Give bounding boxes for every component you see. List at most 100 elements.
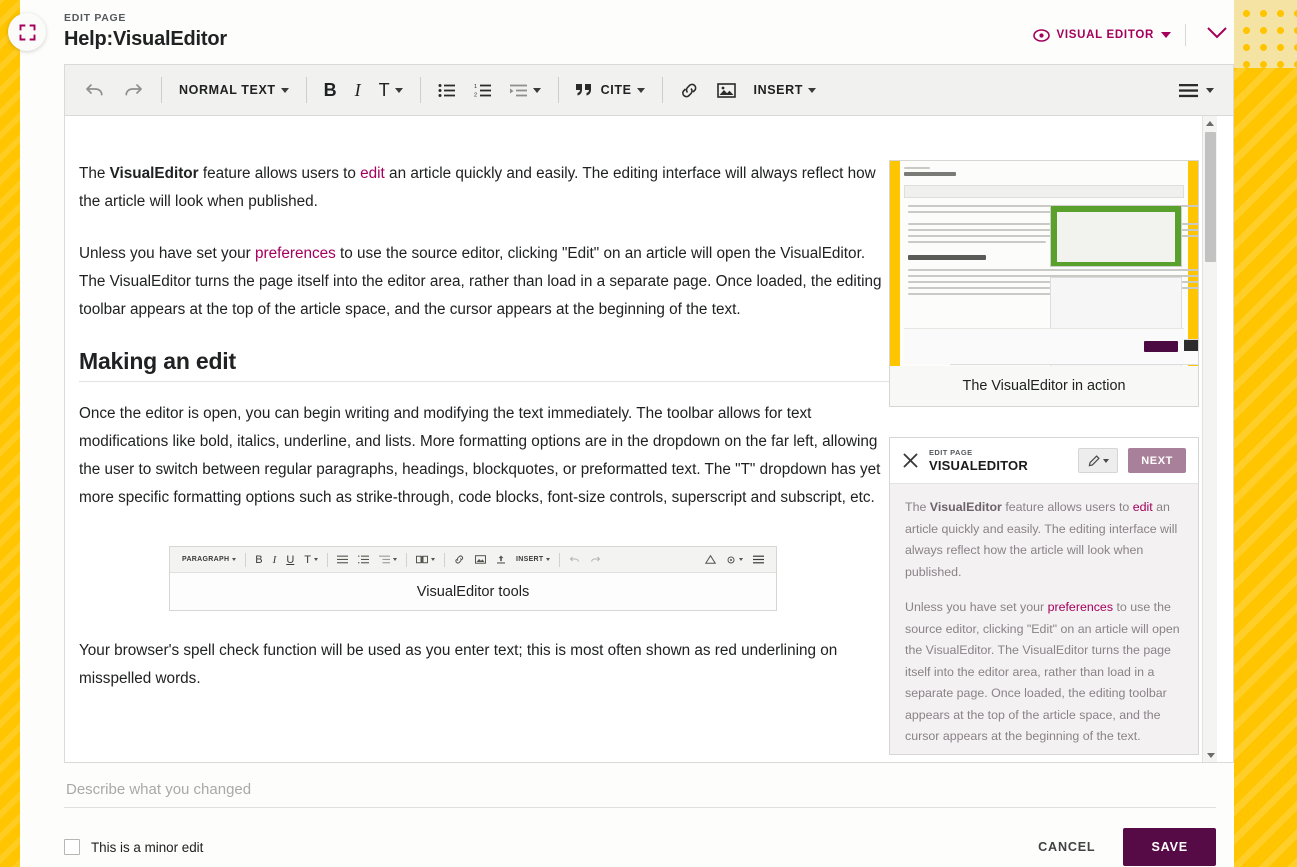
bold-button[interactable]: B: [315, 72, 346, 108]
close-x-icon[interactable]: [902, 452, 919, 469]
document-body[interactable]: The VisualEditor feature allows users to…: [79, 160, 889, 717]
chevron-down-icon: [739, 558, 743, 561]
editor-toolbar: NORMAL TEXT B I T 1 2: [64, 64, 1234, 115]
m-p1-seg2: feature allows users to: [1002, 500, 1133, 514]
paragraph-1: The VisualEditor feature allows users to…: [79, 160, 889, 216]
header-divider: [1185, 24, 1186, 46]
insert-media-button[interactable]: [708, 72, 745, 108]
chevron-down-icon: [314, 558, 318, 561]
quote-icon: [576, 83, 593, 97]
preferences-link[interactable]: preferences: [255, 245, 336, 262]
mini-bullet-list: [332, 555, 353, 564]
screenshot-of-visualeditor-desktop: [890, 161, 1198, 366]
bullet-list-button[interactable]: [429, 72, 465, 108]
page-options-dropdown[interactable]: [1170, 72, 1223, 108]
mobile-edit-link[interactable]: edit: [1133, 500, 1153, 514]
paragraph-4: Your browser's spell check function will…: [79, 637, 889, 693]
redo-arrow-icon: [590, 555, 601, 564]
undo-button[interactable]: [75, 72, 114, 108]
toolbar-divider: [558, 77, 559, 103]
scroll-up-arrow-icon: [1206, 121, 1214, 126]
edit-summary-input[interactable]: [64, 772, 1216, 808]
link-button[interactable]: [671, 72, 708, 108]
figure-visualeditor-mobile[interactable]: EDIT PAGE VISUALEDITOR NEXT: [889, 437, 1199, 755]
scroll-down-button[interactable]: [1203, 748, 1218, 762]
scroll-up-button[interactable]: [1203, 116, 1217, 130]
mobile-paragraph-2: Unless you have set your preferences to …: [905, 597, 1183, 748]
text-style-label: T: [379, 80, 390, 101]
figure-1-caption: The VisualEditor in action: [890, 366, 1198, 406]
scrollbar-thumb[interactable]: [1205, 132, 1216, 262]
redo-button[interactable]: [114, 72, 153, 108]
m-p2-seg1: Unless you have set your: [905, 600, 1048, 614]
figure-visualeditor-tools[interactable]: PARAGRAPH B I U T: [169, 546, 777, 611]
mobile-preferences-link[interactable]: preferences: [1048, 600, 1113, 614]
indent-dropdown[interactable]: [501, 72, 550, 108]
mini-warning: [700, 555, 721, 564]
toolbar-divider: [306, 77, 307, 103]
upload-icon: [496, 555, 506, 564]
fullscreen-expand-button[interactable]: [8, 13, 46, 51]
header-actions: VISUAL EDITOR: [1033, 22, 1235, 48]
chevron-down-icon: [1161, 32, 1171, 38]
figure-visualeditor-in-action[interactable]: The VisualEditor in action: [889, 160, 1199, 407]
cancel-button[interactable]: CANCEL: [1024, 830, 1109, 864]
edit-summary-row: [64, 772, 1234, 808]
book-cite-icon: [416, 555, 428, 564]
save-button[interactable]: SAVE: [1123, 828, 1216, 866]
editor-surface[interactable]: The VisualEditor feature allows users to…: [64, 115, 1234, 763]
figure-rail: The VisualEditor in action EDIT PAGE: [889, 160, 1199, 763]
gear-icon: [726, 555, 736, 565]
minor-edit-checkbox[interactable]: [64, 839, 80, 855]
chevron-down-icon: [637, 88, 645, 93]
editor-mode-switcher[interactable]: VISUAL EDITOR: [1033, 29, 1172, 42]
chevron-down-icon: [1206, 26, 1228, 39]
link-icon: [680, 82, 699, 99]
chevron-down-icon: [808, 88, 816, 93]
p1-seg2: feature allows users to: [199, 165, 361, 182]
mini-bold: B: [250, 554, 267, 566]
editor-mode-label: VISUAL EDITOR: [1057, 29, 1155, 41]
toolbar-divider: [420, 77, 421, 103]
mini-paragraph-dropdown: PARAGRAPH: [177, 556, 241, 563]
mini-text-style-label: T: [304, 554, 311, 566]
paragraph-3: Once the editor is open, you can begin w…: [79, 400, 889, 512]
cite-dropdown[interactable]: CITE: [567, 72, 654, 108]
figure-tools-caption: VisualEditor tools: [170, 573, 776, 610]
mobile-title: VISUALEDITOR: [929, 458, 1068, 473]
paragraph-style-dropdown[interactable]: NORMAL TEXT: [170, 72, 298, 108]
mobile-pencil-dropdown[interactable]: [1078, 448, 1118, 473]
pencil-icon: [1088, 455, 1100, 467]
mini-indent: [374, 555, 402, 564]
mini-underline: U: [281, 554, 299, 566]
mobile-next-button[interactable]: NEXT: [1128, 448, 1186, 473]
chevron-down-icon: [395, 88, 403, 93]
italic-button[interactable]: I: [346, 72, 370, 108]
mobile-eyebrow: EDIT PAGE: [929, 448, 1068, 457]
decorative-right-stripe: [1234, 0, 1297, 867]
mini-paragraph-label: PARAGRAPH: [182, 556, 229, 563]
numbered-list-icon: [358, 555, 369, 564]
p1-seg1: The: [79, 165, 110, 182]
mini-media: [470, 555, 491, 564]
chevron-down-icon: [1103, 459, 1109, 463]
insert-dropdown[interactable]: INSERT: [745, 72, 825, 108]
edit-link[interactable]: edit: [360, 165, 385, 182]
bullet-list-icon: [337, 555, 348, 564]
numbered-list-button[interactable]: 1 2: [465, 72, 501, 108]
minor-edit-checkbox-group[interactable]: This is a minor edit: [64, 839, 203, 855]
page-header: EDIT PAGE Help:VisualEditor VISUAL EDITO…: [64, 12, 1234, 60]
chevron-down-icon: [232, 558, 236, 561]
decorative-dot-pattern: [1234, 0, 1297, 68]
bold-label: B: [324, 80, 337, 101]
link-icon: [454, 555, 465, 564]
collapse-header-button[interactable]: [1200, 22, 1234, 48]
text-style-dropdown[interactable]: T: [370, 72, 412, 108]
editor-scrollbar[interactable]: [1202, 116, 1217, 762]
paragraph-2: Unless you have set your preferences to …: [79, 240, 889, 324]
image-icon: [475, 555, 486, 564]
numbered-list-icon: 1 2: [474, 83, 492, 98]
section-heading-making-an-edit: Making an edit: [79, 348, 889, 375]
decorative-diagonal-pattern: [1234, 68, 1297, 867]
mini-undo: [564, 555, 585, 564]
